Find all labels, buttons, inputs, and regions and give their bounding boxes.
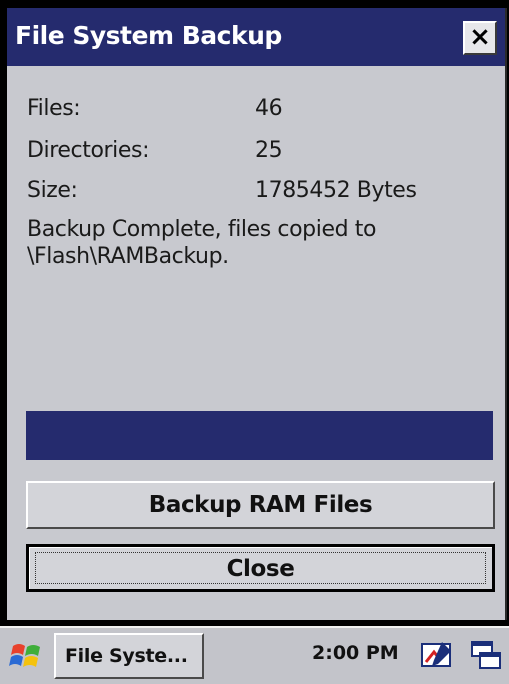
close-button-label: Close [226, 556, 295, 582]
progress-bar [26, 411, 493, 460]
files-value: 46 [255, 96, 283, 121]
files-label: Files: [27, 96, 81, 121]
progress-fill [26, 411, 493, 460]
taskbar: File Syste... 2:00 PM [0, 626, 509, 684]
size-label: Size: [27, 178, 78, 203]
taskbar-app-button[interactable]: File Syste... [54, 633, 204, 679]
backup-ram-files-button[interactable]: Backup RAM Files [26, 481, 495, 529]
title-bar: File System Backup × [7, 8, 505, 66]
status-message: Backup Complete, files copied to \Flash\… [27, 217, 377, 269]
directories-label: Directories: [27, 138, 150, 163]
device-screen: File System Backup × Files: 46 Directori… [0, 0, 509, 684]
windows-switcher-icon[interactable] [469, 638, 503, 672]
dialog-window: File System Backup × Files: 46 Directori… [7, 8, 507, 620]
window-title: File System Backup [15, 21, 282, 50]
pen-input-icon[interactable] [420, 638, 454, 672]
directories-value: 25 [255, 138, 283, 163]
windows-flag-icon[interactable] [9, 638, 45, 674]
size-value: 1785452 Bytes [255, 178, 417, 203]
close-button[interactable]: Close [26, 544, 495, 592]
close-icon[interactable]: × [463, 21, 497, 55]
clock[interactable]: 2:00 PM [312, 642, 399, 664]
